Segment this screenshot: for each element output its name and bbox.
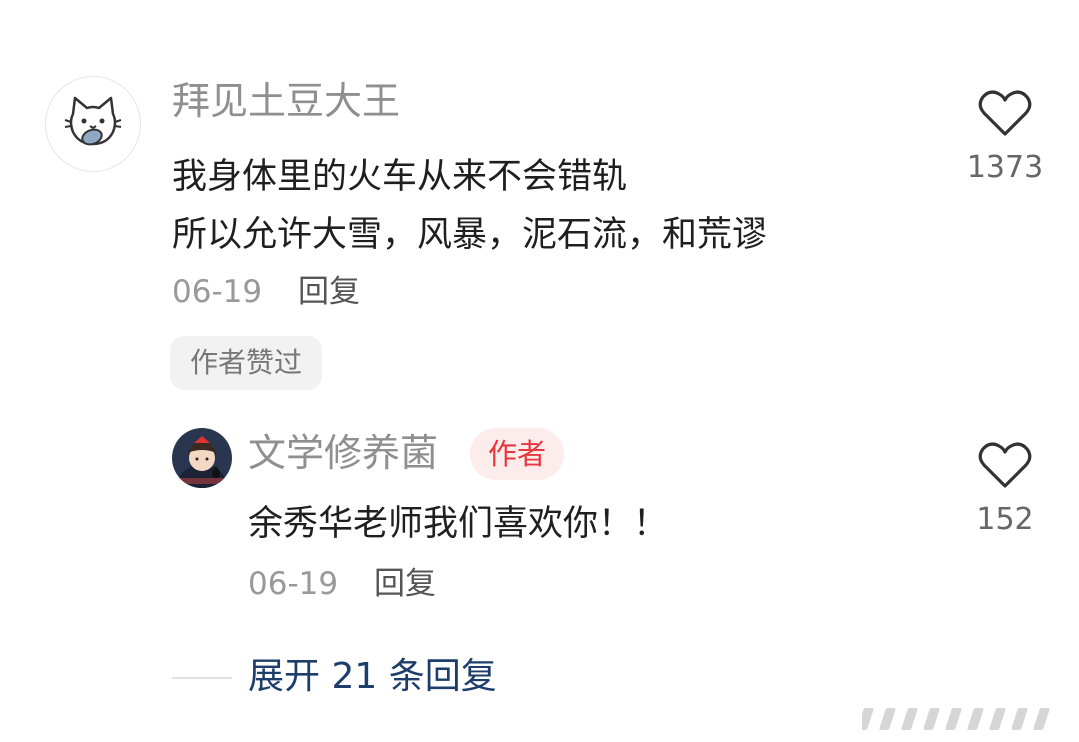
heart-icon[interactable] [978,440,1032,490]
like-count: 1373 [966,150,1044,185]
comment-like[interactable]: 1373 [950,88,1060,188]
comment-meta: 06-19 回复 [172,270,360,314]
reply-avatar[interactable] [172,428,232,488]
comment-text-line: 我身体里的火车从来不会错轨 [172,157,628,197]
comment-text-line: 所以允许大雪，风暴，泥石流，和荒谬 [172,215,768,255]
watermark [857,702,1072,734]
reply-reply-button[interactable]: 回复 [374,566,436,602]
cat-avatar-icon [64,96,122,146]
girl-avatar-icon [172,428,232,488]
expand-replies-button[interactable]: 展开 21 条回复 [248,652,497,702]
reply-username[interactable]: 文学修养菌 [248,430,438,476]
reply-button[interactable]: 回复 [298,274,360,310]
commenter-avatar[interactable] [45,76,141,172]
author-badge: 作者 [470,428,565,480]
heart-icon[interactable] [978,88,1032,138]
reply-like[interactable]: 152 [950,440,1060,540]
reply-meta: 06-19 回复 [248,562,436,606]
reply-text: 余秀华老师我们喜欢你！！ [248,504,669,544]
expand-divider [172,677,232,679]
reply-like-count: 152 [976,502,1034,537]
reply-date: 06-19 [248,566,339,602]
commenter-username[interactable]: 拜见土豆大王 [172,78,400,124]
comment-date: 06-19 [172,274,263,310]
comment-text: 我身体里的火车从来不会错轨 所以允许大雪，风暴，泥石流，和荒谬 [172,148,767,264]
author-liked-badge: 作者赞过 [170,336,323,390]
